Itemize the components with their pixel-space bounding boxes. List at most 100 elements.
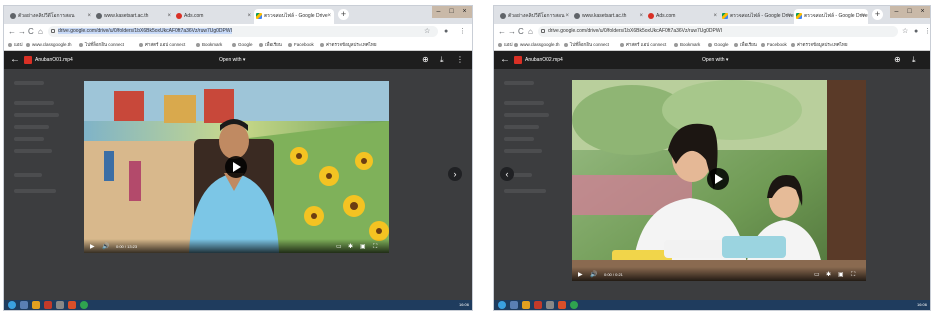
back-arrow-icon[interactable]: ←: [10, 53, 20, 67]
close-icon[interactable]: ×: [565, 9, 569, 24]
minimize-icon[interactable]: –: [890, 6, 903, 18]
bookmark-item[interactable]: ค่าตรวจข้อมูลประเทศไทย: [320, 39, 376, 50]
taskbar-app-icon[interactable]: [510, 301, 518, 309]
taskbar-app-icon[interactable]: [522, 301, 530, 309]
bookmark-item[interactable]: แอป: [8, 39, 22, 50]
star-icon[interactable]: ☆: [424, 26, 430, 37]
add-to-drive-icon[interactable]: ⊕: [894, 51, 901, 69]
browser-tab[interactable]: www.kasetsart.ac.th ×: [94, 9, 174, 24]
captions-icon[interactable]: ▭: [336, 243, 342, 251]
chrome-icon[interactable]: [570, 301, 578, 309]
browser-tab-active[interactable]: ตรวจสอบไฟล์ - Google Drive ×: [254, 9, 334, 24]
maximize-icon[interactable]: □: [445, 6, 458, 18]
volume-icon[interactable]: 🔊: [102, 243, 109, 251]
close-icon[interactable]: ×: [87, 9, 91, 24]
bookmark-item[interactable]: ศาสตร์ แอป connect: [620, 39, 666, 50]
bookmark-item[interactable]: ค่าตรวจข้อมูลประเทศไทย: [791, 39, 847, 50]
video-player[interactable]: ▶ 🔊 0:00 / 13:23 ▭ ✱ ▣ ⛶: [84, 81, 389, 253]
bookmark-item[interactable]: www.classgoogle.th: [514, 39, 560, 50]
start-icon[interactable]: [498, 301, 506, 309]
forward-icon[interactable]: →: [18, 26, 26, 37]
bookmark-item[interactable]: ไปที่ล็อกอิน connect: [564, 39, 609, 50]
taskbar-app-icon[interactable]: [546, 301, 554, 309]
url-field[interactable]: drive.google.com/drive/u/0/folders/1bX6B…: [538, 26, 898, 37]
browser-tab[interactable]: www.kasetsart.ac.th ×: [572, 9, 646, 24]
taskbar-app-icon[interactable]: [534, 301, 542, 309]
home-icon[interactable]: ⌂: [528, 26, 533, 37]
miniplayer-icon[interactable]: ▣: [360, 243, 366, 251]
browser-tab[interactable]: ตัวอย่างคลิปวีดีโอการสอน ×: [498, 9, 572, 24]
close-icon[interactable]: ×: [639, 9, 643, 24]
menu-icon[interactable]: ⋮: [924, 26, 930, 37]
back-arrow-icon[interactable]: ←: [500, 53, 510, 67]
close-icon[interactable]: ×: [247, 9, 251, 24]
bookmark-item[interactable]: เพื่อเรียน: [734, 39, 757, 50]
volume-icon[interactable]: 🔊: [590, 271, 597, 279]
browser-tab[interactable]: Ads.com ×: [174, 9, 254, 24]
play-small-icon[interactable]: ▶: [90, 243, 95, 251]
back-icon[interactable]: ←: [8, 26, 16, 37]
taskbar-app-icon[interactable]: [20, 301, 28, 309]
bookmark-item[interactable]: Google: [708, 39, 729, 50]
taskbar-app-icon[interactable]: [32, 301, 40, 309]
bookmark-item[interactable]: ศาสตร์ แอป connect: [139, 39, 185, 50]
start-icon[interactable]: [8, 301, 16, 309]
fullscreen-icon[interactable]: ⛶: [851, 271, 855, 279]
url-field[interactable]: drive.google.com/drive/u/0/folders/1bX6B…: [48, 26, 438, 37]
download-icon[interactable]: ⤓: [440, 51, 444, 69]
browser-tab[interactable]: ตรวจสอบไฟล์ - Google Drive ×: [720, 9, 794, 24]
reload-icon[interactable]: C: [518, 26, 524, 37]
open-with-button[interactable]: Open with ▾: [219, 51, 245, 69]
forward-icon[interactable]: →: [508, 26, 516, 37]
profile-icon[interactable]: ●: [914, 26, 918, 37]
taskbar-app-icon[interactable]: [56, 301, 64, 309]
bookmark-item[interactable]: เพื่อเรียน: [259, 39, 282, 50]
play-icon[interactable]: [225, 156, 247, 178]
play-icon[interactable]: [707, 168, 729, 190]
menu-icon[interactable]: ⋮: [459, 26, 466, 37]
close-window-icon[interactable]: ×: [916, 6, 929, 18]
play-small-icon[interactable]: ▶: [578, 271, 583, 279]
settings-icon[interactable]: ✱: [826, 271, 831, 279]
close-icon[interactable]: ×: [713, 9, 717, 24]
new-tab-button[interactable]: +: [872, 9, 883, 20]
browser-tab[interactable]: Ads.com ×: [646, 9, 720, 24]
bookmark-item[interactable]: Google: [232, 39, 253, 50]
close-icon[interactable]: ×: [167, 9, 171, 24]
reload-icon[interactable]: C: [28, 26, 34, 37]
video-player[interactable]: ▶ 🔊 0:00 / 0:21 ▭ ✱ ▣ ⛶: [572, 80, 866, 281]
maximize-icon[interactable]: □: [903, 6, 916, 18]
star-icon[interactable]: ☆: [902, 26, 908, 37]
chrome-icon[interactable]: [80, 301, 88, 309]
bookmark-item[interactable]: Bookmark: [674, 39, 700, 50]
bookmark-item[interactable]: Facebook: [761, 39, 787, 50]
bookmark-item[interactable]: ไปที่ล็อกอิน connect: [79, 39, 124, 50]
fullscreen-icon[interactable]: ⛶: [373, 243, 377, 251]
taskbar-app-icon[interactable]: [558, 301, 566, 309]
bookmark-item[interactable]: Bookmark: [196, 39, 222, 50]
close-icon[interactable]: ×: [787, 9, 791, 24]
more-options-icon[interactable]: ⋮: [456, 51, 464, 69]
taskbar-app-icon[interactable]: [44, 301, 52, 309]
browser-tab-active[interactable]: ตรวจสอบไฟล์ - Google Drive ×: [794, 9, 868, 24]
back-icon[interactable]: ←: [498, 26, 506, 37]
next-file-icon[interactable]: ›: [448, 167, 462, 181]
home-icon[interactable]: ⌂: [38, 26, 43, 37]
new-tab-button[interactable]: +: [338, 9, 349, 20]
bookmark-item[interactable]: แอป: [498, 39, 512, 50]
bookmark-item[interactable]: Facebook: [288, 39, 314, 50]
download-icon[interactable]: ⤓: [912, 51, 916, 69]
close-window-icon[interactable]: ×: [458, 6, 471, 18]
browser-tab[interactable]: ตัวอย่างคลิปวีดีโอการสอน ×: [8, 9, 94, 24]
settings-icon[interactable]: ✱: [348, 243, 353, 251]
open-with-button[interactable]: Open with ▾: [702, 51, 728, 69]
taskbar-app-icon[interactable]: [68, 301, 76, 309]
bookmark-item[interactable]: www.classgoogle.th: [26, 39, 72, 50]
previous-file-icon[interactable]: ‹: [500, 167, 514, 181]
miniplayer-icon[interactable]: ▣: [838, 271, 844, 279]
minimize-icon[interactable]: –: [432, 6, 445, 18]
close-icon[interactable]: ×: [327, 9, 331, 24]
profile-icon[interactable]: ●: [444, 26, 448, 37]
captions-icon[interactable]: ▭: [814, 271, 820, 279]
close-icon[interactable]: ×: [861, 9, 865, 24]
